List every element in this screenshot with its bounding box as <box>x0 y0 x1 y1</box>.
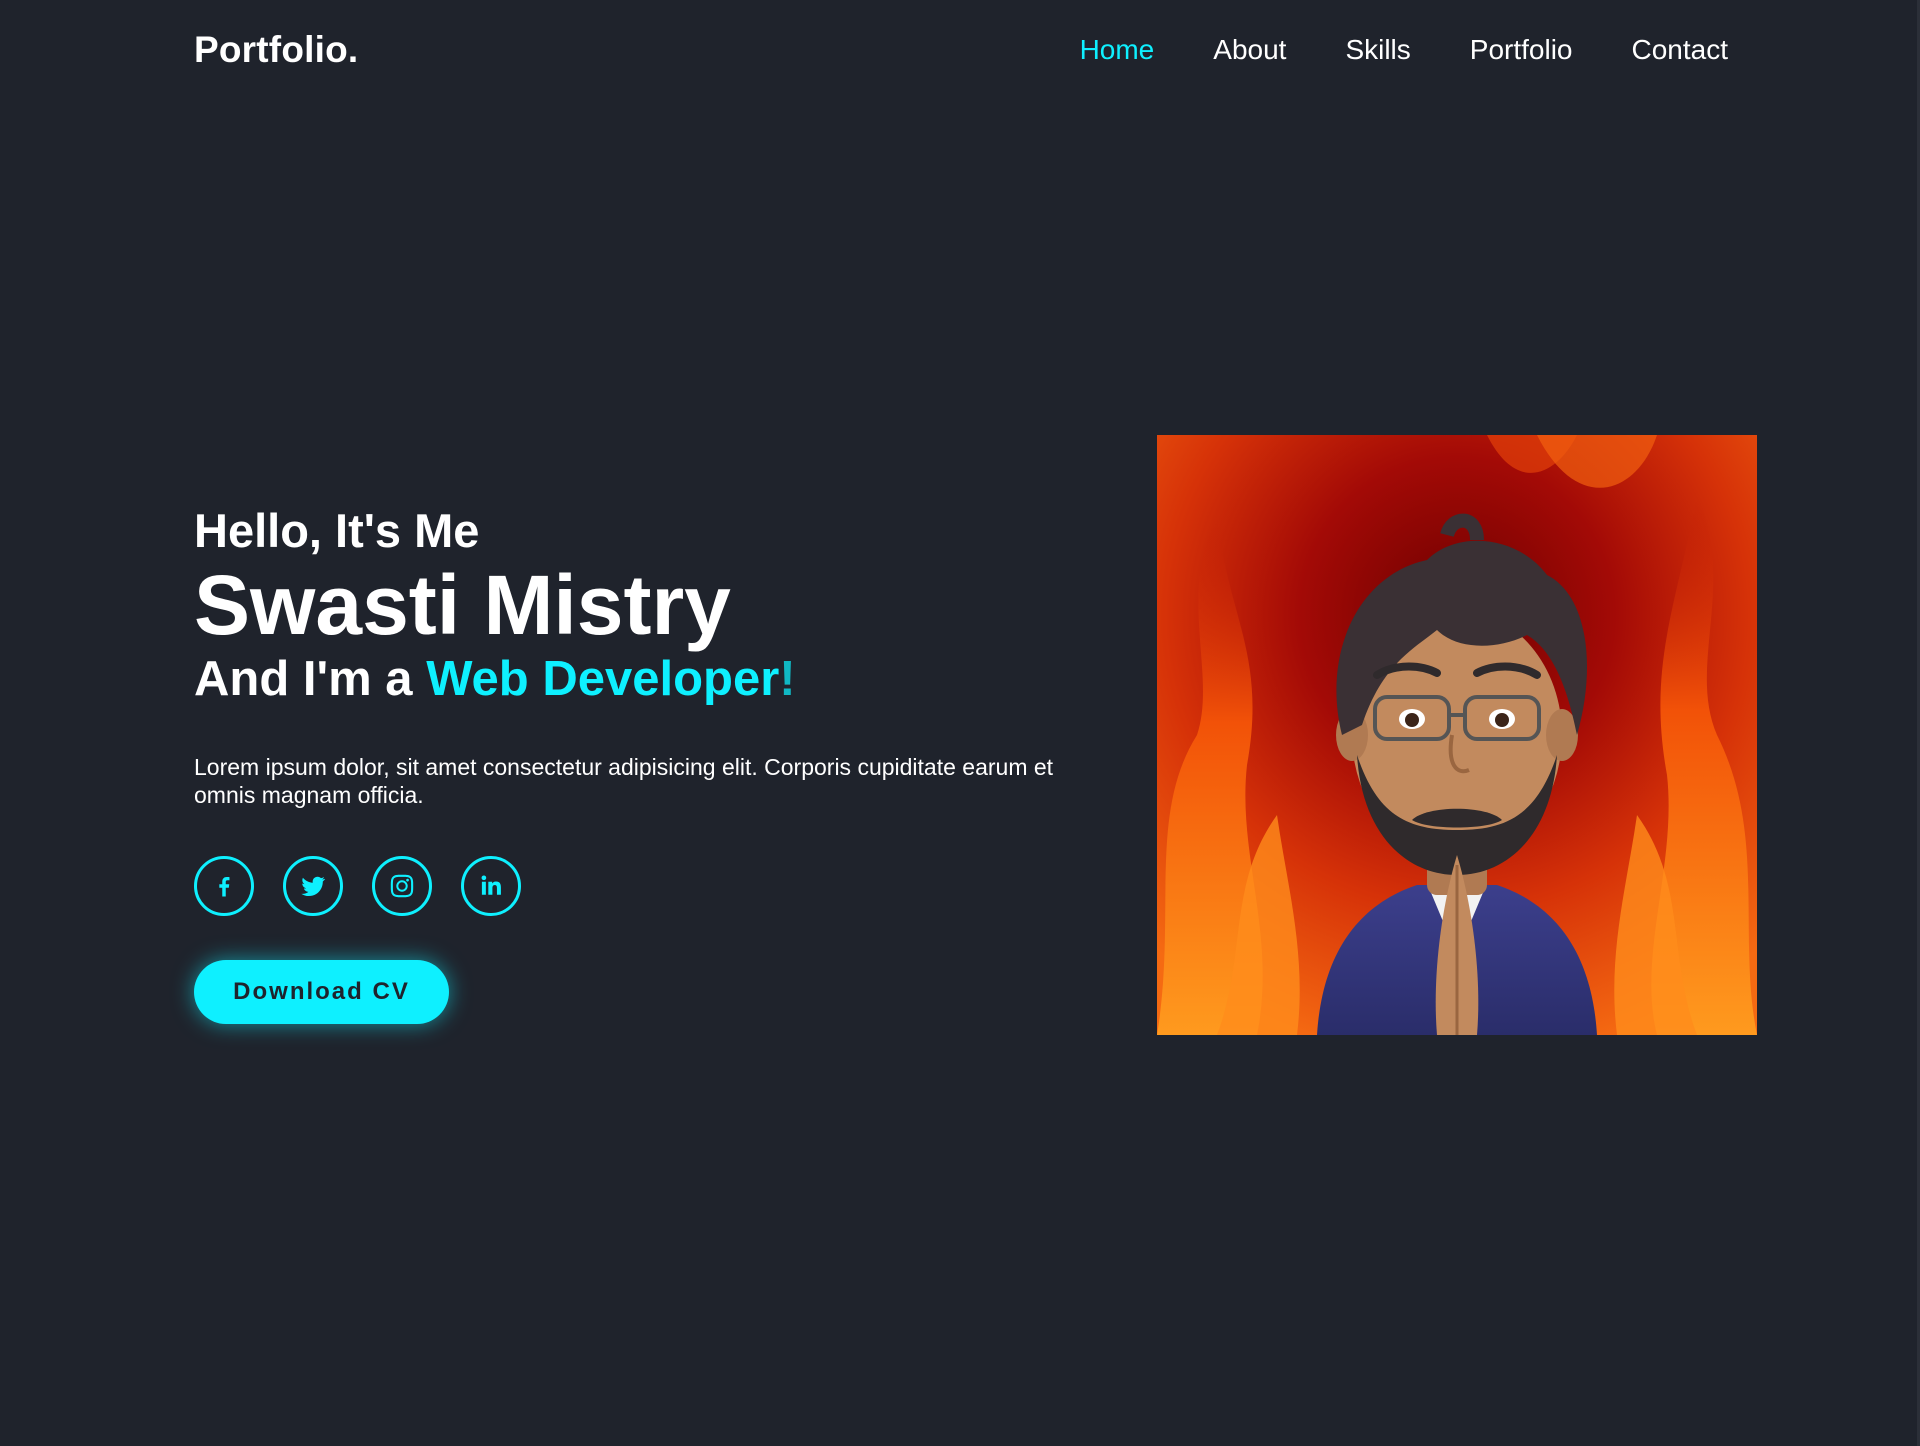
nav-portfolio[interactable]: Portfolio <box>1470 34 1573 66</box>
role-accent: Web Developer <box>426 651 780 706</box>
facebook-icon <box>219 876 230 897</box>
instagram-icon <box>390 874 414 897</box>
nav-contact[interactable]: Contact <box>1632 34 1729 66</box>
avatar-illustration <box>1157 435 1757 1035</box>
hero-greeting: Hello, It's Me <box>194 504 480 557</box>
hero-role: And I'm a Web Developer! <box>194 651 1104 707</box>
linkedin-link[interactable] <box>461 855 521 916</box>
nav-about[interactable]: About <box>1213 34 1286 66</box>
linkedin-icon <box>481 875 501 895</box>
role-prefix: And I'm a <box>194 651 427 706</box>
role-suffix: ! <box>779 651 796 706</box>
logo[interactable]: Portfolio. <box>194 29 358 71</box>
page: Portfolio. Home About Skills Portfolio C… <box>0 0 1920 1446</box>
site-header: Portfolio. Home About Skills Portfolio C… <box>0 0 1920 100</box>
facebook-link[interactable] <box>194 855 254 916</box>
hero-description: Lorem ipsum dolor, sit amet consectetur … <box>194 753 1054 809</box>
twitter-link[interactable] <box>283 855 343 916</box>
avatar-image <box>1157 435 1757 1035</box>
twitter-icon <box>301 876 326 896</box>
hero-section: Hello, It's Me Swasti Mistry And I'm a W… <box>194 505 1104 1024</box>
instagram-link[interactable] <box>372 855 432 916</box>
hero-name: Swasti Mistry <box>194 557 731 652</box>
social-links <box>194 855 1104 916</box>
nav-home[interactable]: Home <box>1080 34 1155 66</box>
main-nav: Home About Skills Portfolio Contact <box>1021 34 1728 66</box>
nav-skills[interactable]: Skills <box>1345 34 1410 66</box>
download-cv-button[interactable]: Download CV <box>194 959 449 1024</box>
